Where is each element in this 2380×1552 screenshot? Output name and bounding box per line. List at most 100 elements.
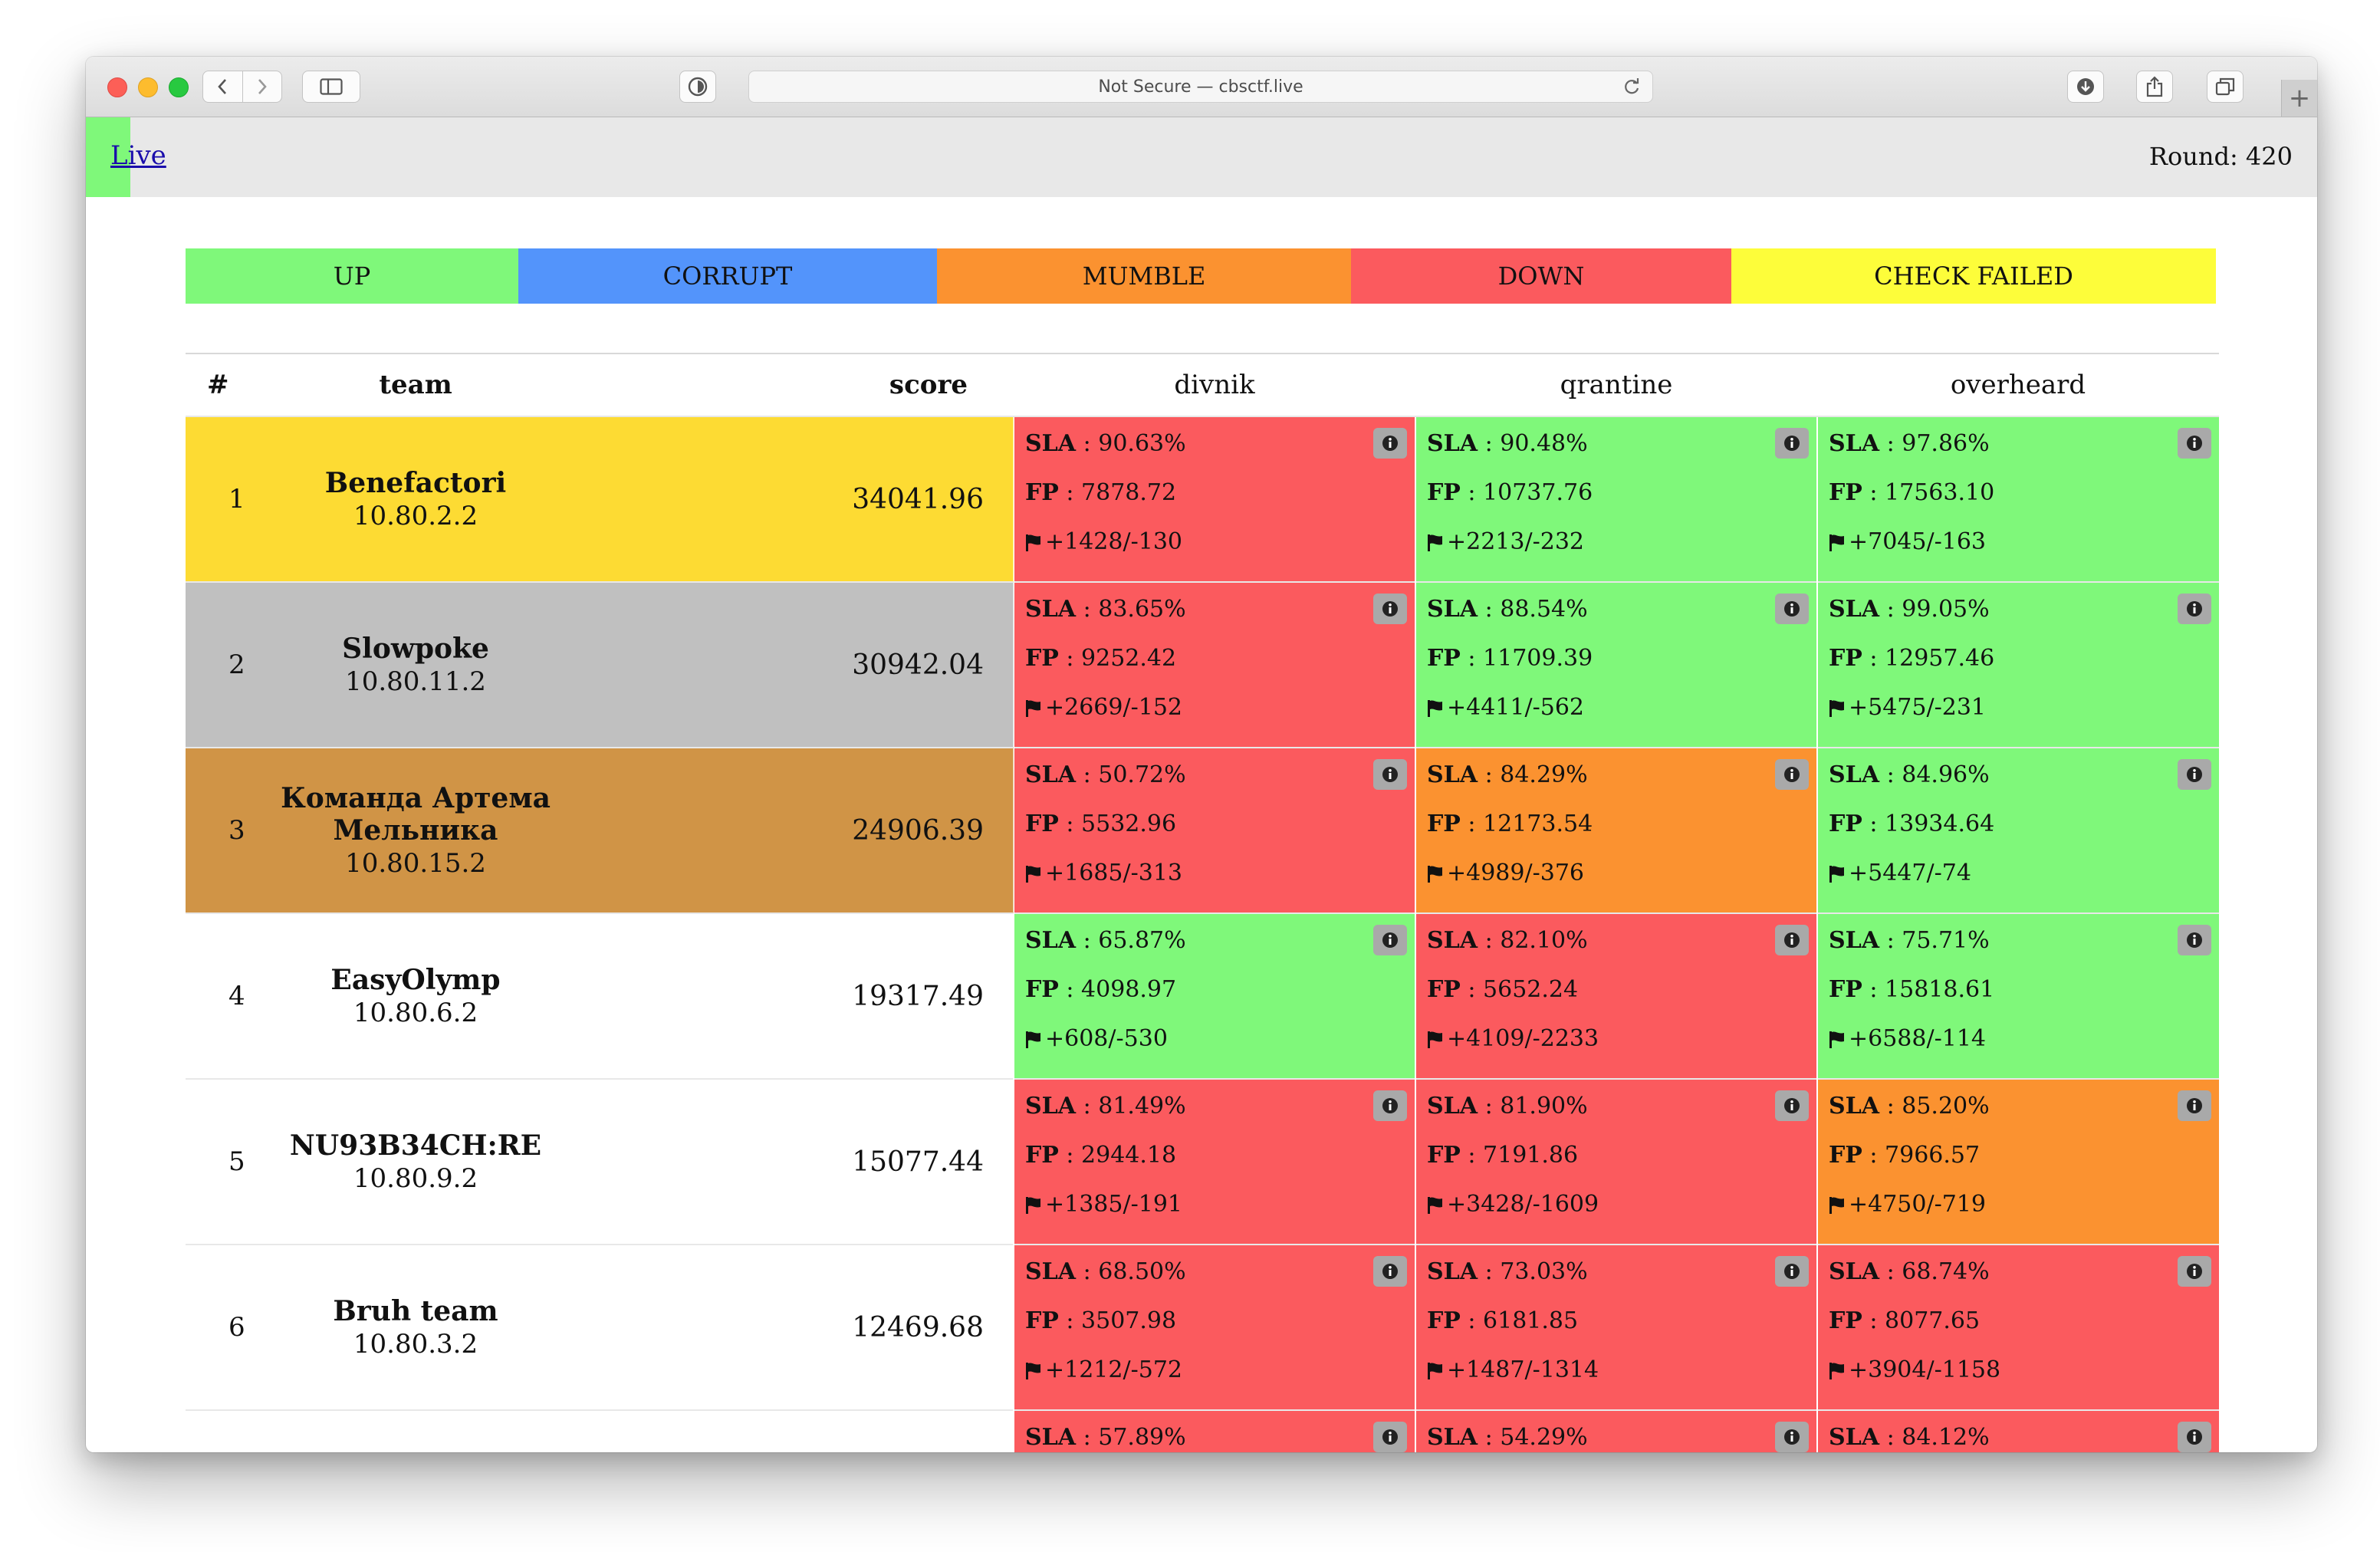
info-button[interactable] <box>1373 594 1407 624</box>
info-button[interactable] <box>1775 1090 1809 1121</box>
info-button[interactable] <box>2178 1090 2211 1121</box>
reload-icon[interactable] <box>1622 77 1642 97</box>
page-header: Live Round: 420 <box>86 117 2317 197</box>
info-icon <box>1783 1428 1801 1446</box>
sla-line: SLA : 68.74% <box>1829 1258 1990 1285</box>
flag-icon <box>1427 692 1444 730</box>
flag-icon <box>1025 1354 1042 1393</box>
fp-label: FP <box>1829 1142 1862 1169</box>
fp-value: 15818.61 <box>1885 976 1995 1003</box>
team-ip: 10.80.9.2 <box>353 1163 478 1194</box>
info-button[interactable] <box>1373 1422 1407 1452</box>
score-value: 34041.96 <box>852 483 984 515</box>
team-ip: 10.80.3.2 <box>353 1329 478 1360</box>
score-value: 15077.44 <box>852 1146 984 1178</box>
fp-label: FP <box>1427 1142 1461 1169</box>
fp-value: 5532.96 <box>1081 811 1177 837</box>
fp-value: 2944.18 <box>1081 1142 1177 1169</box>
info-button[interactable] <box>2178 594 2211 624</box>
navigation-buttons <box>202 71 282 103</box>
flag-icon <box>1025 1189 1042 1227</box>
team-rank: 6 <box>186 1244 262 1410</box>
info-icon <box>1381 600 1399 618</box>
info-button[interactable] <box>1775 925 1809 955</box>
sla-label: SLA <box>1829 1424 1880 1451</box>
info-button[interactable] <box>1775 1422 1809 1452</box>
forward-button[interactable] <box>242 71 282 102</box>
column-header-service: qrantine <box>1415 353 1817 416</box>
tabs-icon <box>2215 77 2235 96</box>
score-value: 24906.39 <box>852 814 984 847</box>
flags-line: +4989/-376 <box>1427 854 1806 903</box>
sla-line: SLA : 68.50% <box>1025 1258 1186 1285</box>
info-icon <box>1783 1262 1801 1281</box>
team-score: 11217.30 <box>569 1409 1014 1452</box>
zoom-window-button[interactable] <box>169 77 189 97</box>
info-button[interactable] <box>1373 759 1407 790</box>
team-cell: NU93B34CH:RE 10.80.9.2 <box>262 1078 569 1245</box>
flags-value: +1212/-572 <box>1045 1356 1182 1383</box>
team-name: EasyOlymp <box>330 964 501 996</box>
sla-value: 85.20% <box>1902 1093 1990 1120</box>
team-rank: 4 <box>186 912 262 1079</box>
info-button[interactable] <box>1775 428 1809 459</box>
fp-value: 7966.57 <box>1885 1142 1981 1169</box>
info-button[interactable] <box>1775 1256 1809 1287</box>
info-button[interactable] <box>1373 1090 1407 1121</box>
info-button[interactable] <box>1775 759 1809 790</box>
show-tabs-button[interactable] <box>2207 71 2244 103</box>
info-icon <box>1381 1428 1399 1446</box>
info-button[interactable] <box>1373 925 1407 955</box>
info-button[interactable] <box>2178 428 2211 459</box>
info-button[interactable] <box>1775 594 1809 624</box>
flags-value: +5447/-74 <box>1849 860 1971 886</box>
score-value: 30942.04 <box>852 649 984 681</box>
info-button[interactable] <box>1373 1256 1407 1287</box>
flag-icon <box>1829 692 1846 730</box>
info-button[interactable] <box>2178 925 2211 955</box>
sidebar-button[interactable] <box>302 71 360 103</box>
sla-label: SLA <box>1025 927 1077 954</box>
sla-line: SLA : 57.89% <box>1025 1424 1186 1451</box>
fp-line: FP : 7878.72 <box>1025 479 1177 506</box>
back-button[interactable] <box>203 71 242 102</box>
info-button[interactable] <box>2178 1256 2211 1287</box>
new-tab-button[interactable]: + <box>2281 80 2317 117</box>
team-cell: EasyOlymp 10.80.6.2 <box>262 912 569 1079</box>
flags-line: +1685/-313 <box>1025 854 1404 903</box>
info-button[interactable] <box>2178 1422 2211 1452</box>
fp-line: FP : 7966.57 <box>1829 1142 1981 1169</box>
fp-value: 4098.97 <box>1081 976 1177 1003</box>
live-link[interactable]: Live <box>110 140 166 171</box>
sla-line: SLA : 90.63% <box>1025 430 1186 457</box>
minimize-window-button[interactable] <box>138 77 158 97</box>
flags-value: +1487/-1314 <box>1447 1356 1599 1383</box>
sla-label: SLA <box>1829 430 1880 457</box>
column-header-service: divnik <box>1014 353 1415 416</box>
fp-line: FP : 12173.54 <box>1427 811 1593 837</box>
downloads-button[interactable] <box>2067 71 2104 103</box>
legend-item: MUMBLE <box>937 248 1351 304</box>
service-cell-divnik: SLA : 57.89%FP : 5718.71+1095/-561 <box>1013 1409 1415 1452</box>
privacy-report-button[interactable] <box>679 71 716 103</box>
plus-icon: + <box>2288 83 2311 113</box>
info-button[interactable] <box>1373 428 1407 459</box>
close-window-button[interactable] <box>107 77 127 97</box>
info-button[interactable] <box>2178 759 2211 790</box>
info-icon <box>1783 600 1801 618</box>
address-bar[interactable]: Not Secure — cbsctf.live <box>748 71 1653 103</box>
legend-item: CORRUPT <box>518 248 937 304</box>
fp-line: FP : 15818.61 <box>1829 976 1995 1003</box>
service-cell-divnik: SLA : 83.65% FP : 9252.42 +2669/-152 <box>1013 581 1415 748</box>
sla-value: 99.05% <box>1902 596 1990 623</box>
sla-value: 50.72% <box>1098 761 1186 788</box>
sla-value: 57.89% <box>1098 1424 1186 1451</box>
sla-label: SLA <box>1427 430 1478 457</box>
download-icon <box>2077 78 2094 95</box>
team-ip: 10.80.15.2 <box>345 848 486 879</box>
share-button[interactable] <box>2136 71 2173 103</box>
sla-value: 82.10% <box>1500 927 1588 954</box>
team-row: 6 Bruh team 10.80.3.2 12469.68 SLA : 68.50% F… <box>186 1244 2219 1410</box>
sla-value: 84.96% <box>1902 761 1990 788</box>
sla-label: SLA <box>1025 1258 1077 1285</box>
